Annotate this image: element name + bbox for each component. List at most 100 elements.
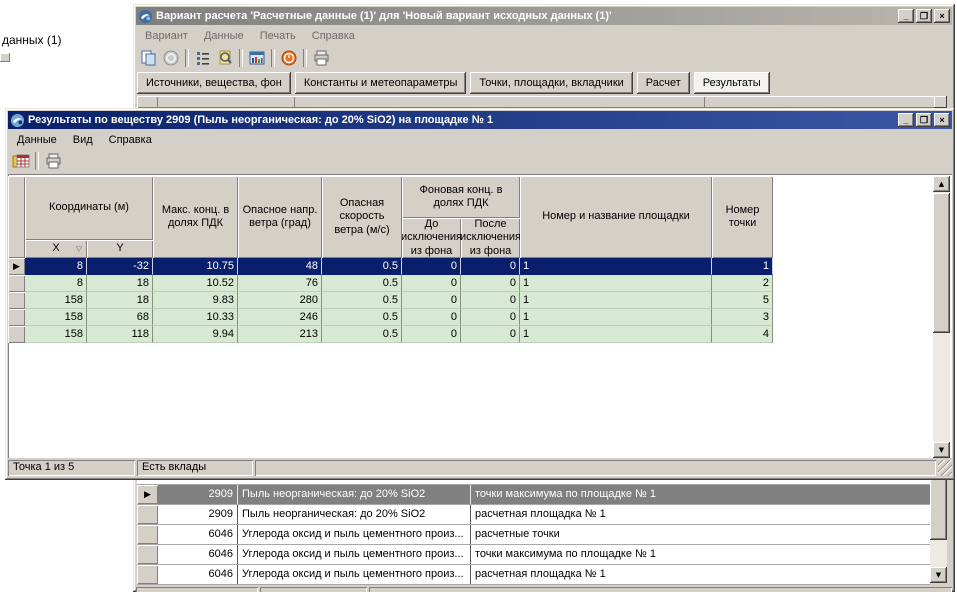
toolbar-separator — [271, 49, 275, 67]
substances-scrollbar[interactable]: ▼ — [930, 474, 947, 583]
menu-variant[interactable]: Вариант — [137, 28, 196, 44]
cell-dir: 246 — [238, 309, 322, 326]
status-panel — [255, 460, 936, 476]
status-point-counter: Точка 1 из 5 — [8, 460, 135, 476]
backdrop-window-fragment — [0, 53, 10, 62]
menu-view[interactable]: Вид — [65, 132, 101, 148]
print-icon[interactable] — [42, 150, 64, 172]
scroll-down-icon[interactable]: ▼ — [930, 567, 947, 583]
header-wind-direction[interactable]: Опасное напр. ветра (град) — [238, 176, 322, 258]
result-row[interactable]: 158 118 9.94 213 0.5 0 0 1 4 — [8, 326, 773, 343]
cell-y: 18 — [87, 275, 153, 292]
scroll-down-icon[interactable]: ▼ — [933, 442, 950, 458]
print-icon[interactable] — [310, 47, 332, 69]
menu-data[interactable]: Данные — [9, 132, 65, 148]
screen: данных (1) Вариант расчета 'Расчетные да… — [0, 0, 957, 592]
cell-speed: 0.5 — [322, 309, 402, 326]
tab-constants[interactable]: Константы и метеопараметры — [295, 72, 467, 94]
scrollbar-thumb[interactable] — [930, 474, 947, 540]
table-row-selected[interactable]: ▶ 2909 Пыль неорганическая: до 20% SiO2 … — [137, 485, 930, 505]
chart-icon[interactable] — [246, 47, 268, 69]
cell-site: 1 — [520, 292, 712, 309]
cell-site: 1 — [520, 326, 712, 343]
cell-bg-before: 0 — [402, 292, 461, 309]
menu-data[interactable]: Данные — [196, 28, 252, 44]
maximize-button[interactable]: ❐ — [916, 113, 932, 127]
cell-bg-after: 0 — [461, 258, 520, 275]
scrollbar-thumb[interactable] — [933, 193, 950, 333]
cell-speed: 0.5 — [322, 258, 402, 275]
cell-dir: 76 — [238, 275, 322, 292]
cell-point: 5 — [712, 292, 773, 309]
header-x[interactable]: X ▽ — [25, 240, 87, 258]
resize-grip[interactable] — [938, 460, 952, 476]
cell-x: 8 — [25, 258, 87, 275]
cell-conc: 9.94 — [153, 326, 238, 343]
substances-table: 2909 Пыль неорганическая: до 20% SiO2 ра… — [137, 474, 930, 585]
header-site-name[interactable]: Номер и название площадки — [520, 176, 712, 258]
cell-bg-before: 0 — [402, 326, 461, 343]
section-tabs: Источники, вещества, фон Константы и мет… — [137, 72, 774, 94]
results-table-header: Координаты (м) X ▽ Y Макс. конц. в долях… — [8, 176, 773, 258]
header-point-number[interactable]: Номер точки — [712, 176, 773, 258]
table-grid-icon[interactable] — [10, 150, 32, 172]
result-type: расчетная площадка № 1 — [471, 505, 930, 524]
toolbar-separator — [35, 152, 39, 170]
tab-sources[interactable]: Источники, вещества, фон — [137, 72, 291, 94]
header-y[interactable]: Y — [87, 240, 153, 258]
menu-print[interactable]: Печать — [252, 28, 304, 44]
clock-icon[interactable] — [278, 47, 300, 69]
maximize-button[interactable]: ❐ — [916, 9, 932, 23]
cell-point: 1 — [712, 258, 773, 275]
row-indicator — [8, 326, 25, 343]
status-panel — [260, 587, 367, 592]
table-row[interactable]: 2909 Пыль неорганическая: до 20% SiO2 ра… — [137, 505, 930, 525]
tab-points[interactable]: Точки, площадки, вкладчики — [470, 72, 632, 94]
copy-icon[interactable] — [138, 47, 160, 69]
minimize-button[interactable]: _ — [898, 9, 914, 23]
sort-descending-icon: ▽ — [76, 244, 82, 254]
result-row[interactable]: 8 18 10.52 76 0.5 0 0 1 2 — [8, 275, 773, 292]
row-indicator: ▶ — [137, 485, 158, 504]
cell-conc: 9.83 — [153, 292, 238, 309]
substance-name: Углерода оксид и пыль цементного произ..… — [238, 565, 471, 584]
scroll-up-icon[interactable]: ▲ — [933, 176, 950, 192]
cell-y: -32 — [87, 258, 153, 275]
tab-calculation[interactable]: Расчет — [637, 72, 690, 94]
cell-conc: 10.52 — [153, 275, 238, 292]
result-row-selected[interactable]: ▶ 8 -32 10.75 48 0.5 0 0 1 1 — [8, 258, 773, 275]
result-type: расчетные точки — [471, 525, 930, 544]
grid-divider — [157, 97, 158, 107]
table-row[interactable]: 6046 Углерода оксид и пыль цементного пр… — [137, 525, 930, 545]
results-titlebar[interactable]: Результаты по веществу 2909 (Пыль неорга… — [8, 111, 952, 129]
cell-point: 3 — [712, 309, 773, 326]
header-coords[interactable]: Координаты (м) — [25, 176, 153, 240]
result-row[interactable]: 158 18 9.83 280 0.5 0 0 1 5 — [8, 292, 773, 309]
table-row[interactable]: 6046 Углерода оксид и пыль цементного пр… — [137, 565, 930, 585]
grid-divider — [294, 97, 295, 107]
cell-site: 1 — [520, 309, 712, 326]
minimize-button[interactable]: _ — [898, 113, 914, 127]
calc-variant-titlebar[interactable]: Вариант расчета 'Расчетные данные (1)' д… — [136, 7, 952, 25]
table-row[interactable]: 6046 Углерода оксид и пыль цементного пр… — [137, 545, 930, 565]
scroll-up-button[interactable] — [934, 96, 947, 108]
header-bg-before[interactable]: До исключения из фона — [402, 218, 461, 258]
header-background-conc-group[interactable]: Фоновая конц. в долях ПДК — [402, 176, 520, 218]
list-icon[interactable] — [192, 47, 214, 69]
header-wind-speed[interactable]: Опасная скорость ветра (м/с) — [322, 176, 402, 258]
header-bg-after[interactable]: После исключения из фона — [461, 218, 520, 258]
close-button[interactable]: × — [934, 9, 950, 23]
result-row[interactable]: 158 68 10.33 246 0.5 0 0 1 3 — [8, 309, 773, 326]
close-button[interactable]: × — [934, 113, 950, 127]
find-icon[interactable] — [214, 47, 236, 69]
menu-help[interactable]: Справка — [304, 28, 363, 44]
substance-name: Углерода оксид и пыль цементного произ..… — [238, 545, 471, 564]
row-indicator — [8, 309, 25, 326]
substance-name: Пыль неорганическая: до 20% SiO2 — [238, 505, 471, 524]
tab-results[interactable]: Результаты — [694, 72, 770, 94]
results-scrollbar[interactable]: ▲ ▼ — [933, 176, 950, 458]
history-icon[interactable] — [160, 47, 182, 69]
menu-help[interactable]: Справка — [101, 132, 160, 148]
cell-speed: 0.5 — [322, 275, 402, 292]
header-max-conc[interactable]: Макс. конц. в долях ПДК — [153, 176, 238, 258]
